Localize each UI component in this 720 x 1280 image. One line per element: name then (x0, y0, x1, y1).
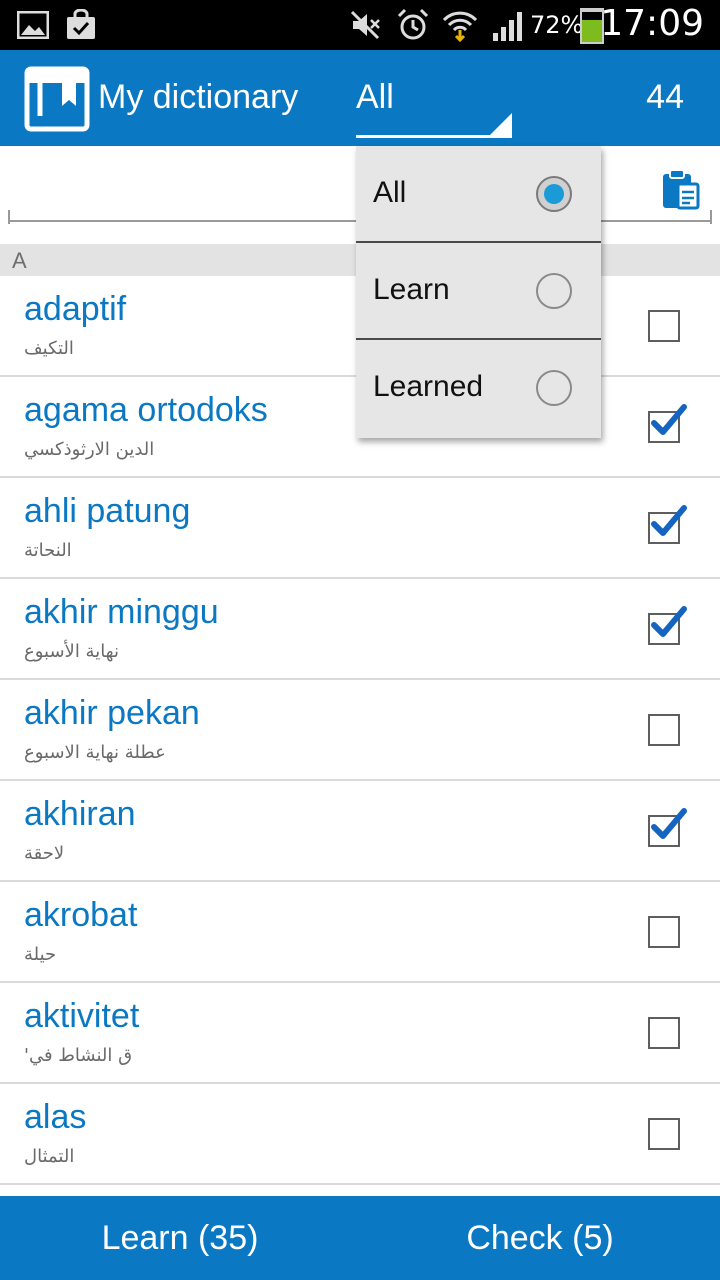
checkmark-icon (651, 606, 687, 637)
learned-checkbox[interactable] (648, 310, 680, 342)
filter-option-all[interactable]: All (356, 146, 601, 243)
word-translation: عطلة نهاية الاسبوع (24, 742, 166, 763)
list-item[interactable]: akhir pekan عطلة نهاية الاسبوع (0, 680, 720, 781)
filter-option-label: Learn (373, 273, 450, 306)
dropdown-caret-icon (490, 113, 512, 135)
word-translation: التمثال (24, 1146, 75, 1167)
learned-checkbox-checked[interactable] (648, 505, 687, 544)
filter-option-label: All (373, 176, 407, 209)
word-text: akhiran (24, 795, 136, 833)
list-item[interactable]: akhir minggu نهاية الأسبوع (0, 579, 720, 680)
word-translation: النحاتة (24, 540, 72, 561)
learned-checkbox-checked[interactable] (648, 606, 687, 645)
alarm-icon (396, 8, 430, 42)
word-text: agama ortodoks (24, 391, 268, 429)
list-item[interactable]: ahli patung النحاتة (0, 478, 720, 579)
word-text: adaptif (24, 290, 127, 328)
bottom-bar: Learn (35) Check (5) (0, 1196, 720, 1280)
word-count: 44 (646, 78, 684, 116)
battery-percent: 72% (530, 11, 584, 39)
word-translation: ق النشاط في' (24, 1045, 133, 1066)
list-item[interactable]: akrobat حيلة (0, 882, 720, 983)
dictionary-book-icon[interactable] (24, 66, 90, 132)
word-text: ahli patung (24, 492, 191, 530)
word-translation: حيلة (24, 944, 57, 965)
word-text: akhir minggu (24, 593, 219, 631)
learned-checkbox[interactable] (648, 714, 680, 746)
learned-checkbox-checked[interactable] (648, 404, 687, 443)
word-text: alas (24, 1098, 87, 1136)
checkmark-icon (651, 808, 687, 839)
learned-checkbox[interactable] (648, 916, 680, 948)
clock: 17:09 (600, 3, 704, 44)
gallery-icon (16, 8, 50, 42)
filter-selected-value: All (356, 78, 394, 116)
learned-checkbox[interactable] (648, 1017, 680, 1049)
word-text: akrobat (24, 896, 138, 934)
list-item[interactable]: aktivitet ق النشاط في' (0, 983, 720, 1084)
learned-checkbox[interactable] (648, 1118, 680, 1150)
clipboard-paste-icon[interactable] (660, 168, 700, 210)
list-item[interactable]: alas التمثال (0, 1084, 720, 1185)
learned-checkbox-checked[interactable] (648, 808, 687, 847)
app-title: My dictionary (98, 78, 299, 116)
filter-option-learn[interactable]: Learn (356, 243, 601, 340)
section-letter: A (12, 248, 27, 273)
wifi-icon (442, 8, 478, 42)
checkmark-icon (651, 505, 687, 536)
app-bar: My dictionary All 44 (0, 50, 720, 146)
word-translation: الدين الارثوذكسي (24, 439, 155, 460)
checkmark-icon (651, 404, 687, 435)
filter-select[interactable]: All (356, 68, 512, 138)
word-text: aktivitet (24, 997, 140, 1035)
word-translation: لاحقة (24, 843, 65, 864)
word-text: akhir pekan (24, 694, 200, 732)
radio-button[interactable] (536, 370, 572, 406)
mute-icon (348, 8, 382, 42)
word-translation: التكيف (24, 338, 74, 359)
status-bar: 72% 17:09 (0, 0, 720, 50)
radio-button[interactable] (536, 176, 572, 212)
filter-dropdown-menu: All Learn Learned (356, 146, 601, 438)
word-translation: نهاية الأسبوع (24, 641, 119, 662)
learn-button[interactable]: Learn (35) (0, 1196, 360, 1280)
list-item[interactable]: akhiran لاحقة (0, 781, 720, 882)
bag-check-icon (64, 8, 98, 42)
filter-option-label: Learned (373, 370, 484, 403)
check-button[interactable]: Check (5) (360, 1196, 720, 1280)
filter-option-learned[interactable]: Learned (356, 340, 601, 437)
signal-icon (490, 8, 526, 42)
radio-button[interactable] (536, 273, 572, 309)
